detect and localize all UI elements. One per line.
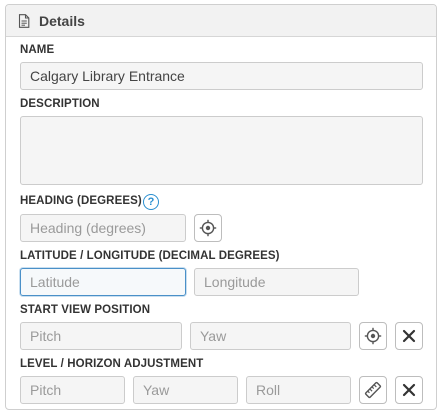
name-label: NAME — [20, 44, 55, 56]
level-label: LEVEL / HORIZON ADJUSTMENT — [20, 358, 204, 370]
panel-title: Details — [39, 12, 85, 29]
heading-input[interactable] — [20, 214, 186, 242]
longitude-input[interactable] — [194, 268, 359, 296]
document-icon — [18, 13, 30, 28]
level-yaw-input[interactable] — [133, 376, 238, 404]
start-view-target-button[interactable] — [359, 322, 387, 350]
ruler-icon — [364, 381, 382, 399]
name-input[interactable] — [20, 62, 423, 90]
panel-header: Details — [6, 5, 436, 37]
level-ruler-button[interactable] — [359, 376, 387, 404]
crosshair-icon — [364, 327, 382, 345]
start-view-yaw-input[interactable] — [190, 322, 351, 350]
level-clear-button[interactable] — [395, 376, 423, 404]
crosshair-icon — [199, 219, 217, 237]
heading-target-button[interactable] — [194, 214, 222, 242]
description-textarea[interactable] — [20, 116, 423, 185]
latlng-label: LATITUDE / LONGITUDE (DECIMAL DEGREES) — [20, 250, 280, 262]
start-view-label: START VIEW POSITION — [20, 304, 151, 316]
heading-label: HEADING (DEGREES) — [20, 195, 142, 207]
close-icon — [402, 329, 416, 343]
close-icon — [402, 383, 416, 397]
level-roll-input[interactable] — [246, 376, 351, 404]
description-label: DESCRIPTION — [20, 98, 100, 110]
latitude-input[interactable] — [20, 268, 186, 296]
start-view-pitch-input[interactable] — [20, 322, 182, 350]
help-icon[interactable]: ? — [143, 194, 159, 210]
level-pitch-input[interactable] — [20, 376, 125, 404]
start-view-clear-button[interactable] — [395, 322, 423, 350]
